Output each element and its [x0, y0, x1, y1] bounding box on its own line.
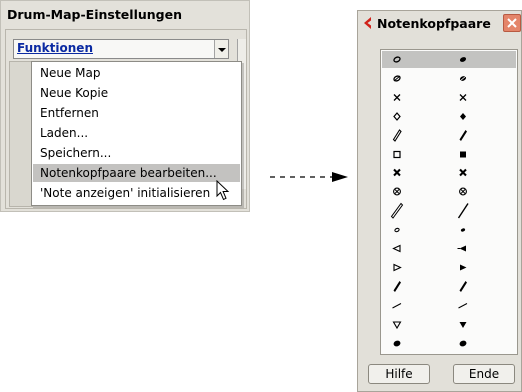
filled-right-triangle-notehead-icon — [456, 259, 470, 280]
panel-title: Drum-Map-Einstellungen — [7, 7, 182, 22]
notehead-pair-row[interactable] — [382, 278, 516, 295]
notehead-pair-row[interactable] — [382, 70, 516, 87]
done-button[interactable]: Ende — [453, 364, 515, 384]
filled-round-notehead-icon — [456, 335, 470, 356]
chevron-down-icon[interactable] — [214, 40, 228, 58]
menu-item-remove[interactable]: Entfernen — [33, 104, 240, 122]
menu-item-new-copy[interactable]: Neue Kopie — [33, 84, 240, 102]
open-diamond-notehead-icon — [390, 108, 404, 129]
app-logo-icon — [364, 17, 371, 29]
bold-x-notehead-icon — [390, 164, 404, 185]
small-open-oval-notehead-icon — [390, 221, 404, 242]
notehead-pair-row[interactable] — [382, 297, 516, 314]
open-left-triangle-notehead-icon — [390, 240, 404, 261]
open-slash-notehead-icon — [390, 127, 404, 148]
notehead-pair-row[interactable] — [382, 221, 516, 238]
open-down-triangle-notehead-icon — [390, 316, 404, 337]
notehead-pair-row[interactable] — [382, 89, 516, 106]
filled-slash-notehead-icon — [456, 278, 470, 299]
filled-round-notehead-icon — [390, 335, 404, 356]
open-oval-notehead-icon — [390, 51, 404, 72]
bold-x-notehead-icon — [456, 164, 470, 185]
circled-x-notehead-icon — [390, 183, 404, 204]
slashed-filled-notehead-icon — [456, 70, 470, 91]
list-strip — [9, 61, 33, 207]
notehead-pair-row[interactable] — [382, 316, 516, 333]
small-filled-oval-notehead-icon — [456, 221, 470, 242]
x-notehead-icon — [390, 89, 404, 110]
filled-down-triangle-notehead-icon — [456, 316, 470, 337]
menu-item-load[interactable]: Laden... — [33, 124, 240, 142]
long-thin-slash-notehead-icon — [456, 202, 470, 223]
slashed-open-notehead-icon — [390, 70, 404, 91]
noteheads-dialog: Notenkopfpaare Hilfe Ende — [357, 10, 522, 392]
notehead-pair-row[interactable] — [382, 127, 516, 144]
notehead-pair-row[interactable] — [382, 51, 516, 68]
functions-menu: Neue Map Neue Kopie Entfernen Laden... S… — [31, 61, 242, 206]
notehead-pair-row[interactable] — [382, 146, 516, 163]
functions-dropdown-label: Funktionen — [17, 41, 93, 55]
x-notehead-icon — [456, 89, 470, 110]
notehead-pair-row[interactable] — [382, 240, 516, 257]
notehead-pair-row[interactable] — [382, 202, 516, 219]
filled-slash-notehead-icon — [456, 127, 470, 148]
dashed-arrow-icon — [270, 172, 348, 182]
thin-tick-notehead-icon — [456, 297, 470, 318]
help-button[interactable]: Hilfe — [368, 364, 430, 384]
long-open-slash-notehead-icon — [390, 202, 404, 223]
open-right-triangle-notehead-icon — [390, 259, 404, 280]
filled-slash-notehead-icon — [390, 278, 404, 299]
thin-tick-notehead-icon — [390, 297, 404, 318]
functions-dropdown[interactable]: Funktionen — [13, 39, 229, 59]
filled-diamond-notehead-icon — [456, 108, 470, 129]
notehead-pair-row[interactable] — [382, 164, 516, 181]
mouse-pointer-icon — [216, 180, 230, 201]
filled-square-notehead-icon — [456, 146, 470, 167]
close-icon — [507, 18, 517, 28]
menu-item-init-display-note[interactable]: 'Note anzeigen' initialisieren — [33, 184, 240, 202]
notehead-pair-row[interactable] — [382, 335, 516, 352]
filled-left-triangle-notehead-icon — [456, 240, 470, 261]
open-square-notehead-icon — [390, 146, 404, 167]
notehead-pair-row[interactable] — [382, 108, 516, 125]
menu-item-new-map[interactable]: Neue Map — [33, 64, 240, 82]
notehead-pair-row[interactable] — [382, 259, 516, 276]
menu-item-save[interactable]: Speichern... — [33, 144, 240, 162]
notehead-pairs-list[interactable] — [380, 49, 518, 355]
circled-x-notehead-icon — [456, 183, 470, 204]
menu-item-edit-noteheads[interactable]: Notenkopfpaare bearbeiten... — [33, 164, 240, 182]
notehead-pair-row[interactable] — [382, 183, 516, 200]
close-button[interactable] — [503, 14, 521, 32]
dialog-title: Notenkopfpaare — [377, 16, 491, 31]
filled-oval-notehead-icon — [456, 51, 470, 72]
